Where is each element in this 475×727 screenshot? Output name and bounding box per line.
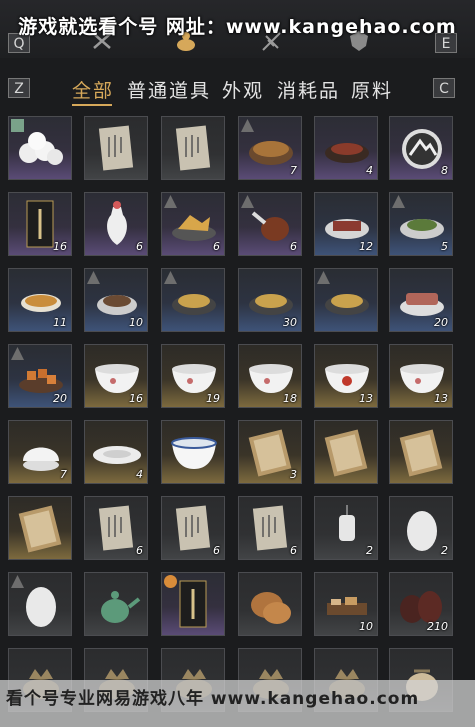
watermark-top: 游戏就选看个号 网址：www.kangehao.com — [18, 16, 457, 38]
flatbread-icon — [239, 573, 301, 635]
inventory-slot[interactable]: 11 — [8, 268, 72, 332]
inventory-grid: 7 4 8 16 6 6 6 12 5 11 10 30 20 20 16 19 18 13 13 7 4 3 6 6 6 2 2 1… — [8, 116, 472, 727]
inventory-slot[interactable] — [389, 420, 453, 484]
tab-common-items[interactable]: 普通道具 — [127, 76, 211, 103]
item-count: 3 — [290, 468, 297, 481]
tab-consumables[interactable]: 消耗品 — [277, 76, 340, 103]
inventory-slot[interactable] — [8, 572, 72, 636]
tab-materials[interactable]: 原料 — [351, 76, 393, 103]
item-count: 10 — [129, 316, 143, 329]
item-count: 7 — [290, 164, 297, 177]
clock-badge-icon — [164, 575, 177, 588]
inventory-slot[interactable] — [314, 420, 378, 484]
paper-note-icon — [85, 117, 147, 179]
book-icon — [315, 421, 377, 483]
inventory-slot[interactable] — [238, 572, 302, 636]
inventory-slot[interactable]: 13 — [314, 344, 378, 408]
book-icon — [9, 497, 71, 559]
item-count: 4 — [136, 468, 143, 481]
inventory-slot[interactable]: 7 — [238, 116, 302, 180]
inventory-slot[interactable]: 19 — [161, 344, 225, 408]
inventory-slot[interactable]: 20 — [389, 268, 453, 332]
inventory-slot[interactable]: 6 — [238, 496, 302, 560]
item-count: 6 — [213, 240, 220, 253]
item-count: 4 — [366, 164, 373, 177]
item-count: 18 — [283, 392, 297, 405]
tab-appearance[interactable]: 外观 — [222, 76, 264, 103]
inventory-slot[interactable] — [314, 268, 378, 332]
inventory-slot[interactable]: 210 — [389, 572, 453, 636]
inventory-slot[interactable]: 18 — [238, 344, 302, 408]
item-count: 12 — [359, 240, 373, 253]
inventory-slot[interactable]: 8 — [389, 116, 453, 180]
item-count: 10 — [359, 620, 373, 633]
inventory-slot[interactable]: 6 — [238, 192, 302, 256]
item-count: 11 — [53, 316, 67, 329]
new-badge-icon — [11, 119, 24, 132]
inventory-slot[interactable]: 12 — [314, 192, 378, 256]
inventory-slot[interactable]: 16 — [8, 192, 72, 256]
active-tab-underline — [72, 104, 112, 106]
item-count: 6 — [136, 544, 143, 557]
inventory-slot[interactable]: 30 — [238, 268, 302, 332]
inventory-slot[interactable]: 16 — [84, 344, 148, 408]
inventory-slot[interactable] — [161, 420, 225, 484]
inventory-slot[interactable]: 6 — [161, 192, 225, 256]
item-count: 5 — [441, 240, 448, 253]
item-count: 8 — [441, 164, 448, 177]
inventory-slot[interactable]: 5 — [389, 192, 453, 256]
item-count: 6 — [290, 240, 297, 253]
inventory-slot[interactable] — [84, 572, 148, 636]
paper-note-icon — [162, 117, 224, 179]
item-count: 13 — [434, 392, 448, 405]
item-count: 7 — [60, 468, 67, 481]
item-count: 13 — [359, 392, 373, 405]
item-count: 6 — [290, 544, 297, 557]
item-count: 30 — [283, 316, 297, 329]
tab-all[interactable]: 全部 — [72, 76, 114, 103]
item-count: 2 — [441, 544, 448, 557]
key-hint-c[interactable]: C — [433, 78, 455, 98]
inventory-slot[interactable]: 4 — [314, 116, 378, 180]
inventory-slot[interactable]: 6 — [161, 496, 225, 560]
item-count: 6 — [136, 240, 143, 253]
item-count: 6 — [213, 544, 220, 557]
inventory-slot[interactable]: 2 — [389, 496, 453, 560]
inventory-slot[interactable]: 4 — [84, 420, 148, 484]
blue-rim-bowl-icon — [162, 421, 224, 483]
item-count: 16 — [129, 392, 143, 405]
key-hint-z[interactable]: Z — [8, 78, 30, 98]
item-count: 19 — [206, 392, 220, 405]
item-count: 2 — [366, 544, 373, 557]
category-tabs: Z 全部 普通道具 外观 消耗品 原料 C — [0, 60, 475, 116]
inventory-slot[interactable] — [161, 116, 225, 180]
inventory-slot[interactable] — [8, 116, 72, 180]
item-count: 20 — [53, 392, 67, 405]
watermark-bottom: 看个号专业网易游戏八年 www.kangehao.com — [0, 680, 475, 727]
inventory-slot[interactable] — [161, 268, 225, 332]
inventory-slot[interactable] — [8, 496, 72, 560]
inventory-slot[interactable]: 6 — [84, 192, 148, 256]
teapot-icon — [85, 573, 147, 635]
inventory-slot[interactable]: 13 — [389, 344, 453, 408]
inventory-slot[interactable]: 10 — [314, 572, 378, 636]
item-count: 16 — [53, 240, 67, 253]
inventory-slot[interactable] — [161, 572, 225, 636]
book-icon — [390, 421, 452, 483]
inventory-slot[interactable] — [84, 116, 148, 180]
inventory-slot[interactable]: 20 — [8, 344, 72, 408]
inventory-slot[interactable]: 2 — [314, 496, 378, 560]
inventory-slot[interactable]: 6 — [84, 496, 148, 560]
inventory-slot[interactable]: 10 — [84, 268, 148, 332]
item-count: 20 — [434, 316, 448, 329]
inventory-slot[interactable]: 7 — [8, 420, 72, 484]
inventory-slot[interactable]: 3 — [238, 420, 302, 484]
item-count: 210 — [427, 620, 448, 633]
